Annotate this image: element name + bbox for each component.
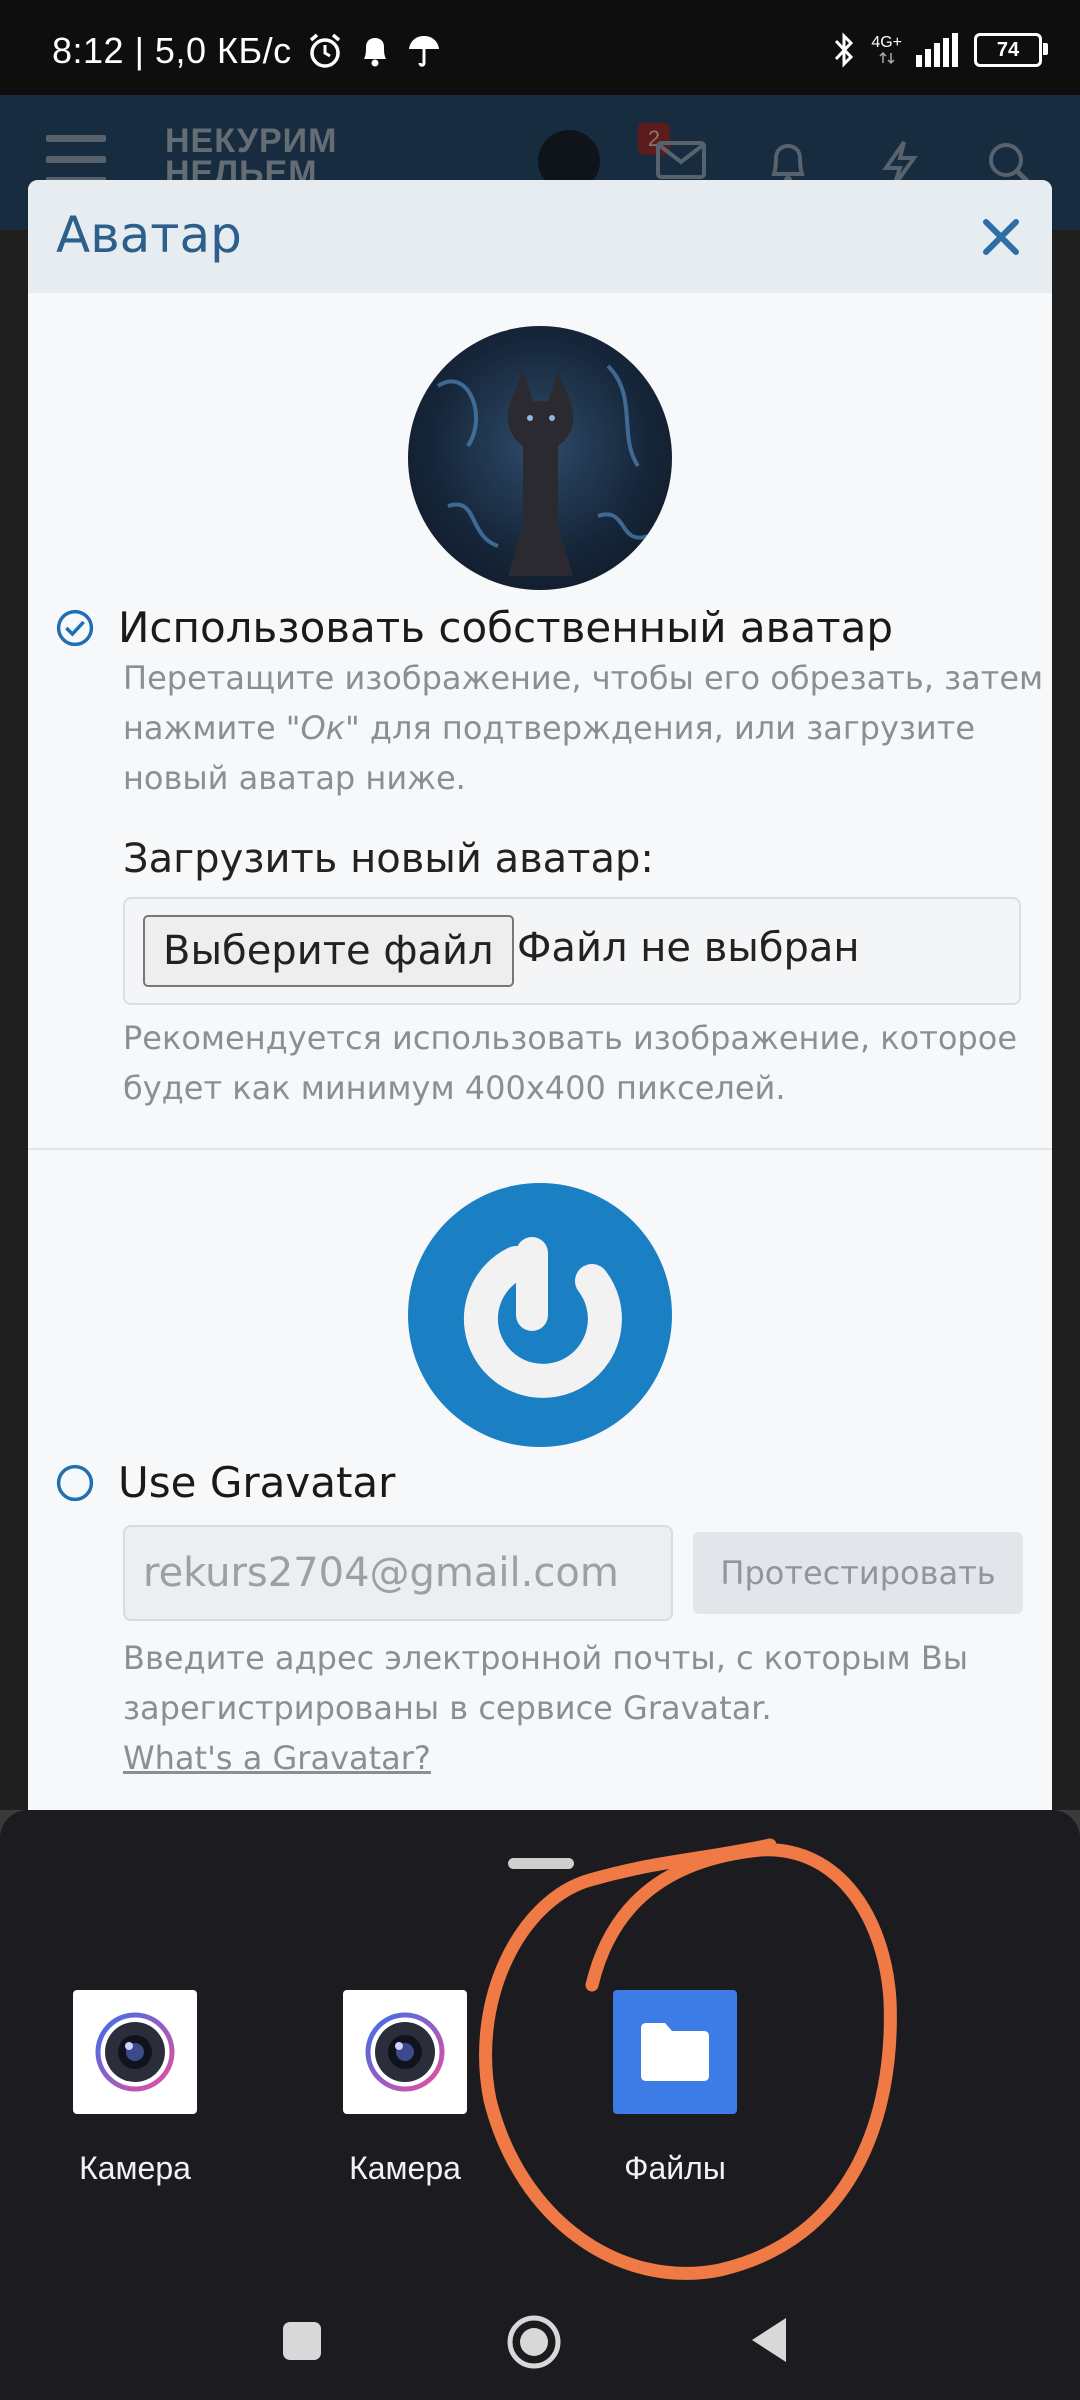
close-icon[interactable] (980, 216, 1022, 262)
upload-label: Загрузить новый аватар: (123, 836, 654, 882)
section-divider (28, 1148, 1052, 1150)
wolf-artwork-image (436, 364, 649, 576)
camera-icon[interactable] (343, 1990, 467, 2114)
home-icon[interactable] (506, 2314, 562, 2374)
recent-apps-icon[interactable] (281, 2320, 323, 2366)
bell-icon (358, 32, 392, 70)
app-option-camera-2[interactable]: Камера (343, 1990, 467, 2186)
signal-icon (916, 33, 960, 67)
gravatar-label: Use Gravatar (118, 1458, 396, 1507)
status-bar: 8:12 | 5,0 КБ/с 4G+ 74 (0, 0, 1080, 95)
bluetooth-icon (831, 30, 857, 70)
gravatar-logo (408, 1183, 672, 1447)
gravatar-email-input[interactable]: rekurs2704@gmail.com (123, 1525, 673, 1621)
own-avatar-description: Перетащите изображение, чтобы его обреза… (123, 659, 1044, 797)
file-status: Файл не выбран (517, 925, 860, 971)
battery-level: 74 (996, 38, 1020, 61)
app-option-files[interactable]: Файлы (613, 1990, 737, 2186)
dialog-title: Аватар (56, 206, 242, 264)
file-input[interactable]: Выберите файл Файл не выбран (123, 897, 1021, 1005)
app-chooser-sheet: Камера Камера Файлы (0, 1810, 1080, 2400)
avatar-dialog: Аватар Использовать собственный аватар П… (28, 180, 1052, 1810)
status-time-speed: 8:12 | 5,0 КБ/с (52, 30, 292, 71)
radio-checked-icon[interactable] (56, 609, 94, 647)
back-icon[interactable] (748, 2316, 790, 2368)
gravatar-help-link[interactable]: What's a Gravatar? (123, 1739, 431, 1777)
network-indicator: 4G+ (871, 35, 902, 65)
gravatar-option[interactable]: Use Gravatar (56, 1458, 395, 1507)
gravatar-power-icon (463, 1237, 622, 1398)
app-option-camera-1[interactable]: Камера (73, 1990, 197, 2186)
gravatar-description: Введите адрес электронной почты, с котор… (123, 1639, 969, 1777)
system-nav-bar (0, 2310, 1080, 2400)
dialog-body: Использовать собственный аватар Перетащи… (28, 293, 1052, 1810)
network-type: 4G+ (871, 34, 902, 51)
own-avatar-image (408, 326, 672, 590)
test-button[interactable]: Протестировать (693, 1532, 1023, 1614)
own-avatar-option[interactable]: Использовать собственный аватар (56, 603, 893, 652)
drag-handle[interactable] (508, 1858, 574, 1869)
app-label: Камера (79, 2150, 191, 2186)
alarm-icon (306, 32, 344, 70)
umbrella-icon (406, 32, 442, 70)
camera-icon[interactable] (73, 1990, 197, 2114)
app-label: Камера (349, 2150, 461, 2186)
radio-unchecked-icon[interactable] (56, 1464, 94, 1502)
data-arrows-icon (879, 51, 895, 65)
choose-file-button[interactable]: Выберите файл (143, 915, 514, 987)
dialog-header: Аватар (28, 180, 1052, 294)
recommend-text: Рекомендуется использовать изображение, … (123, 1019, 1017, 1107)
folder-icon[interactable] (613, 1990, 737, 2114)
own-avatar-label: Использовать собственный аватар (118, 603, 894, 652)
battery-icon: 74 (974, 33, 1048, 67)
app-label: Файлы (624, 2150, 726, 2186)
